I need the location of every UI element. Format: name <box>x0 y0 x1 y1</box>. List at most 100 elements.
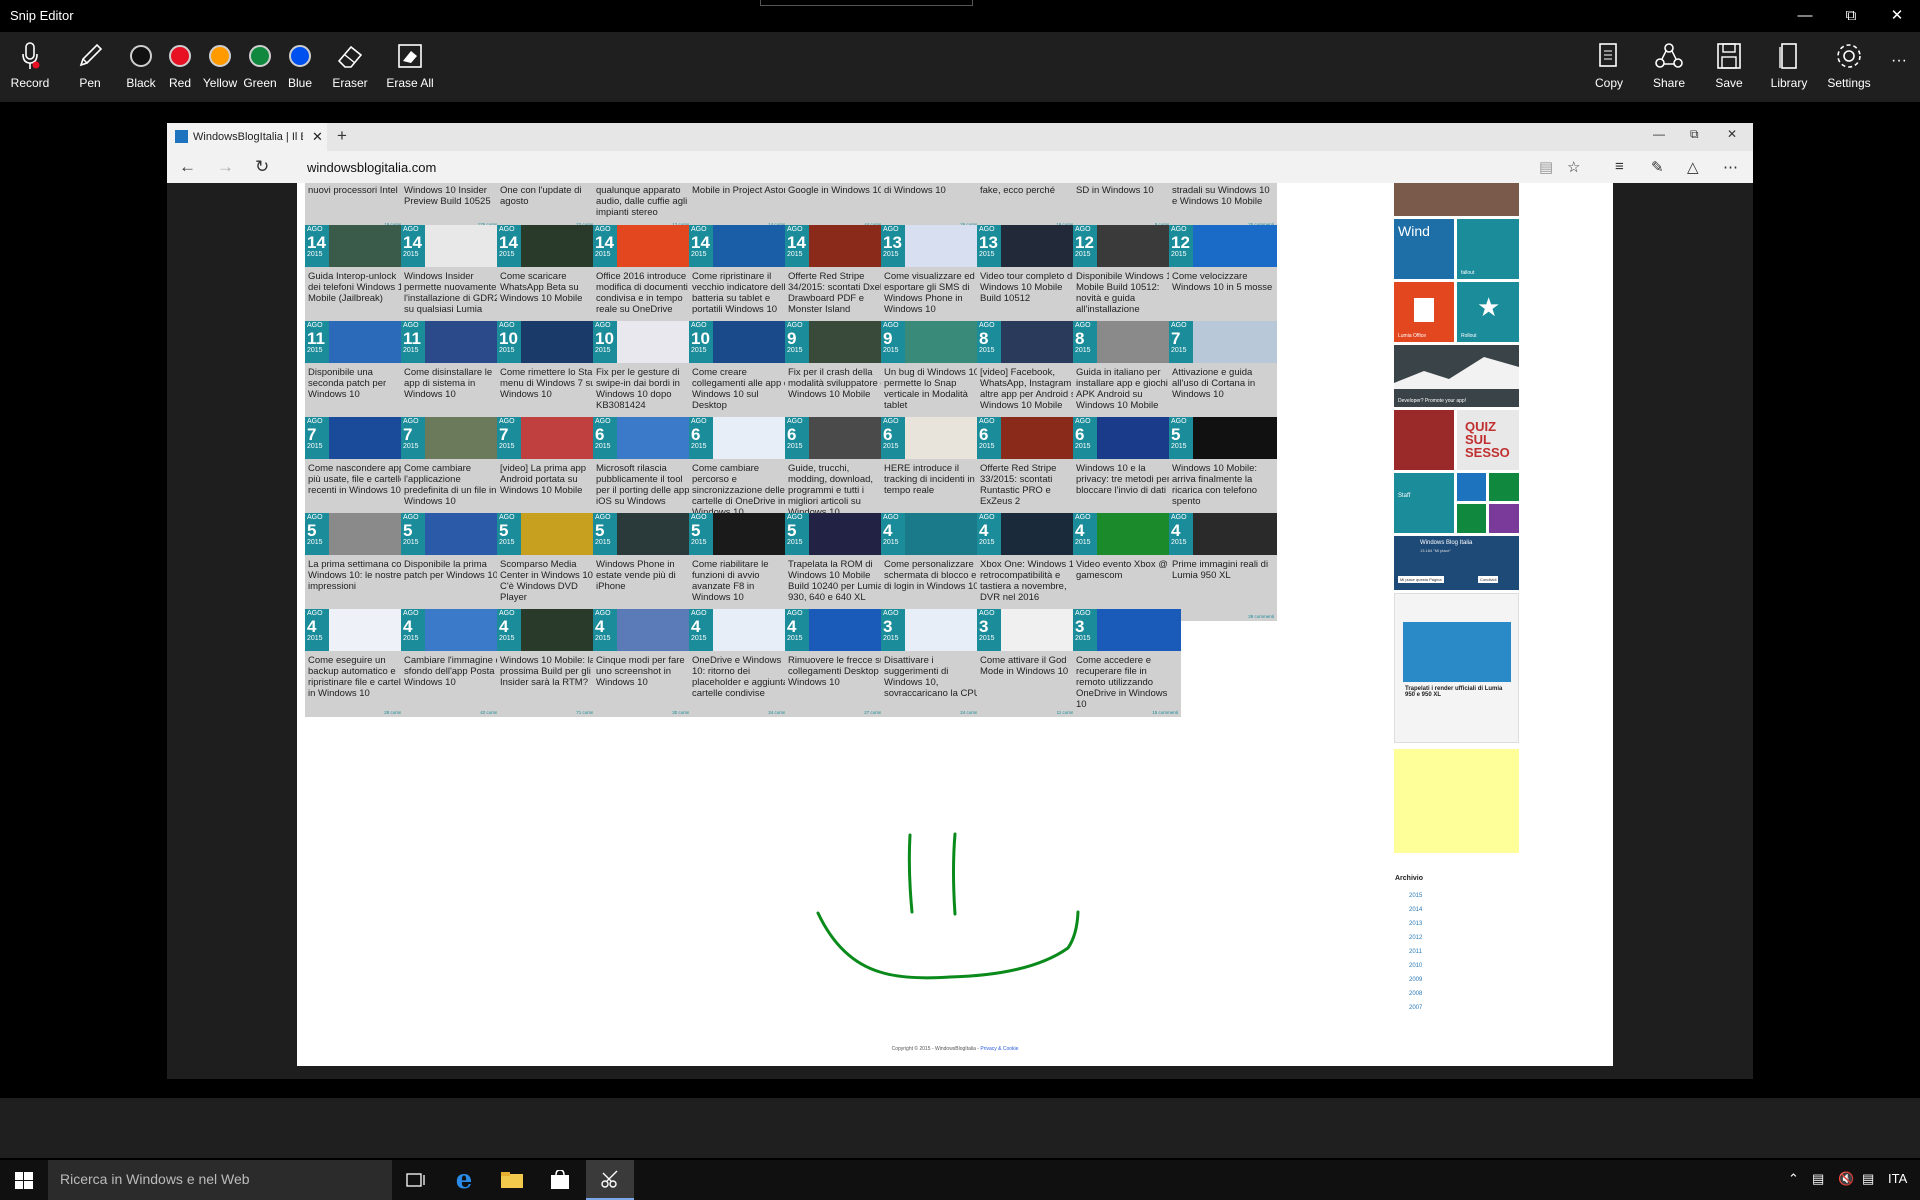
settings-button[interactable]: Settings <box>1826 36 1872 98</box>
tile-rollout[interactable]: ★ Rollout <box>1457 282 1519 342</box>
post-card[interactable]: AGO 8 2015 [video] Facebook, WhatsApp, Inst… <box>977 321 1085 429</box>
post-card[interactable]: AGO 6 2015 Offerte Red Stripe 33/2015: scon… <box>977 417 1085 525</box>
taskbar-search-box[interactable]: Ricerca in Windows e nel Web <box>48 1160 392 1200</box>
share-button[interactable]: Share <box>1648 36 1690 98</box>
top-drag-tab[interactable] <box>760 0 973 6</box>
network-icon[interactable]: ▤ <box>1812 1171 1824 1187</box>
post-card[interactable]: AGO 14 2015 Come scaricare WhatsApp Beta su… <box>497 225 605 333</box>
privacy-link[interactable]: Privacy & Cookie <box>980 1046 1018 1052</box>
post-card[interactable]: AGO 9 2015 Un bug di Windows 10 permette lo… <box>881 321 989 429</box>
post-card[interactable]: AGO 3 2015 Come accedere e recuperare file … <box>1073 609 1181 717</box>
post-card[interactable]: Mobile in Project Astoria14 commenti <box>689 183 797 229</box>
color-red-button[interactable]: Red <box>163 36 197 98</box>
post-card[interactable]: AGO 11 2015 Come disinstallare le app di si… <box>401 321 509 429</box>
color-blue-button[interactable]: Blue <box>283 36 317 98</box>
post-card[interactable]: AGO 11 2015 Disponibile una seconda patch p… <box>305 321 413 429</box>
post-card[interactable]: AGO 8 2015 Guida in italiano per installare… <box>1073 321 1181 429</box>
new-tab-button[interactable]: + <box>337 126 347 146</box>
color-black-button[interactable]: Black <box>124 36 158 98</box>
post-card[interactable]: AGO 4 2015 Prime immagini reali di Lumia 95… <box>1169 513 1277 621</box>
post-card[interactable]: AGO 14 2015 Office 2016 introduce la modifi… <box>593 225 701 333</box>
archive-year-link[interactable]: 2008 <box>1409 991 1422 997</box>
color-yellow-button[interactable]: Yellow <box>202 36 238 98</box>
file-explorer-icon[interactable] <box>488 1160 536 1200</box>
post-card[interactable]: AGO 7 2015 Come nascondere app più usate, f… <box>305 417 413 525</box>
post-card[interactable]: AGO 14 2015 Offerte Red Stripe 34/2015: sco… <box>785 225 893 333</box>
archive-year-link[interactable]: 2010 <box>1409 963 1422 969</box>
post-card[interactable]: AGO 3 2015 Come attivare il God Mode in Win… <box>977 609 1085 717</box>
record-button[interactable]: Record <box>8 36 52 98</box>
tile-onedrive[interactable] <box>1457 473 1486 501</box>
archive-year-link[interactable]: 2011 <box>1409 949 1422 955</box>
post-card[interactable]: AGO 3 2015 Disattivare i suggerimenti di Wi… <box>881 609 989 717</box>
sidebar-banner[interactable] <box>1394 183 1519 216</box>
post-card[interactable]: Windows 10 Insider Preview Build 1052517… <box>401 183 509 229</box>
post-card[interactable]: AGO 7 2015 [video] La prima app Android por… <box>497 417 605 525</box>
post-card[interactable]: AGO 12 2015 Disponibile Windows 10 Mobile B… <box>1073 225 1181 333</box>
action-center-icon[interactable]: ▤ <box>1862 1171 1874 1187</box>
post-card[interactable]: AGO 12 2015 Come velocizzare Windows 10 in … <box>1169 225 1277 333</box>
volume-muted-icon[interactable]: 🔇 <box>1838 1171 1854 1187</box>
browser-tab[interactable]: WindowsBlogItalia | Il Bl ✕ <box>167 123 327 151</box>
post-card[interactable]: SD in Windows 108 commenti <box>1073 183 1181 229</box>
edge-browser-icon[interactable]: e <box>440 1160 488 1200</box>
post-card[interactable]: AGO 5 2015 Windows Phone in estate vende pi… <box>593 513 701 621</box>
browser-maximize-button[interactable]: ⧉ <box>1690 127 1699 142</box>
favorite-star-icon[interactable]: ☆ <box>1567 158 1580 176</box>
post-card[interactable]: AGO 4 2015 Cinque modi per fare uno screens… <box>593 609 701 717</box>
save-button[interactable]: Save <box>1710 36 1748 98</box>
post-card[interactable]: AGO 4 2015 Windows 10 Mobile: la prossima B… <box>497 609 605 717</box>
erase-all-button[interactable]: Erase All <box>384 36 436 98</box>
post-card[interactable]: AGO 4 2015 Cambiare l'immagine di sfondo de… <box>401 609 509 717</box>
copy-button[interactable]: Copy <box>1590 36 1628 98</box>
eraser-button[interactable]: Eraser <box>330 36 370 98</box>
more-actions-icon[interactable]: ⋯ <box>1723 158 1738 176</box>
post-card[interactable]: AGO 4 2015 OneDrive e Windows 10: ritorno d… <box>689 609 797 717</box>
post-card[interactable]: AGO 4 2015 Rimuovere le frecce sui collegam… <box>785 609 893 717</box>
tile-red-robot[interactable] <box>1394 410 1454 470</box>
archive-year-link[interactable]: 2007 <box>1409 1005 1422 1011</box>
input-language[interactable]: ITA <box>1888 1171 1907 1186</box>
task-view-icon[interactable] <box>392 1160 440 1200</box>
post-card[interactable]: AGO 6 2015 Microsoft rilascia pubblicamente… <box>593 417 701 525</box>
post-card[interactable]: AGO 9 2015 Fix per il crash della modalità … <box>785 321 893 429</box>
browser-close-button[interactable]: ✕ <box>1727 127 1737 141</box>
show-hidden-icons[interactable]: ⌃ <box>1788 1171 1799 1187</box>
post-card[interactable]: AGO42015Video evento Xbox @ gamescom5 co… <box>1073 513 1181 621</box>
archive-year-link[interactable]: 2015 <box>1409 893 1422 899</box>
tile-lumia-office[interactable]: Lumia Office <box>1394 282 1454 342</box>
post-card[interactable]: AGO 10 2015 Come creare collegamenti alle a… <box>689 321 797 429</box>
post-card[interactable]: qualunque apparato audio, dalle cuffie a… <box>593 183 701 229</box>
post-card[interactable]: AGO 4 2015 Xbox One: Windows 10, retrocompa… <box>977 513 1085 621</box>
store-icon[interactable] <box>536 1160 584 1200</box>
tile-wind[interactable]: Wind <box>1394 219 1454 279</box>
post-card[interactable]: di Windows 1026 commenti <box>881 183 989 229</box>
share-page-icon[interactable]: △ <box>1687 158 1699 176</box>
tile-fallout[interactable]: fallout <box>1457 219 1519 279</box>
archive-year-link[interactable]: 2014 <box>1409 907 1422 913</box>
tile-office-green[interactable] <box>1489 473 1519 501</box>
archive-year-link[interactable]: 2012 <box>1409 935 1422 941</box>
snip-taskbar-icon[interactable] <box>586 1160 634 1200</box>
post-card[interactable]: Google in Windows 1044 commenti <box>785 183 893 229</box>
post-card[interactable]: AGO 5 2015 Come riabilitare le funzioni di … <box>689 513 797 621</box>
tile-developer[interactable]: Developer? Promote your app! <box>1394 345 1519 407</box>
fb-like-button[interactable]: Mi piace questa Pagina <box>1398 576 1444 583</box>
post-card[interactable]: fake, ecco perché19 commenti <box>977 183 1085 229</box>
close-button[interactable]: ✕ <box>1874 0 1920 32</box>
post-card[interactable]: AGO 5 2015 La prima settimana con Windows 1… <box>305 513 413 621</box>
library-button[interactable]: Library <box>1767 36 1811 98</box>
post-card[interactable]: AGO 4 2015 Come eseguire un backup automati… <box>305 609 413 717</box>
fb-share-button[interactable]: Condividi <box>1478 576 1499 583</box>
minimize-button[interactable]: — <box>1782 0 1828 32</box>
post-card[interactable]: AGO 6 2015 HERE introduce il tracking di in… <box>881 417 989 525</box>
tile-purple[interactable] <box>1489 504 1519 533</box>
forward-icon[interactable]: → <box>217 157 234 177</box>
post-card[interactable]: AGO 5 2015 Trapelata la ROM di Windows 10 M… <box>785 513 893 621</box>
post-card[interactable]: AGO 6 2015 Windows 10 e la privacy: tre met… <box>1073 417 1181 525</box>
hub-icon[interactable]: ≡ <box>1615 158 1624 175</box>
post-card[interactable]: AGO 7 2015 Attivazione e guida all'uso di C… <box>1169 321 1277 429</box>
back-icon[interactable]: ← <box>179 157 196 177</box>
post-card[interactable]: AGO 14 2015 Guida Interop-unlock dei telefo… <box>305 225 413 333</box>
facebook-post[interactable]: Trapelati i render ufficiali di Lumia 95… <box>1394 593 1519 743</box>
